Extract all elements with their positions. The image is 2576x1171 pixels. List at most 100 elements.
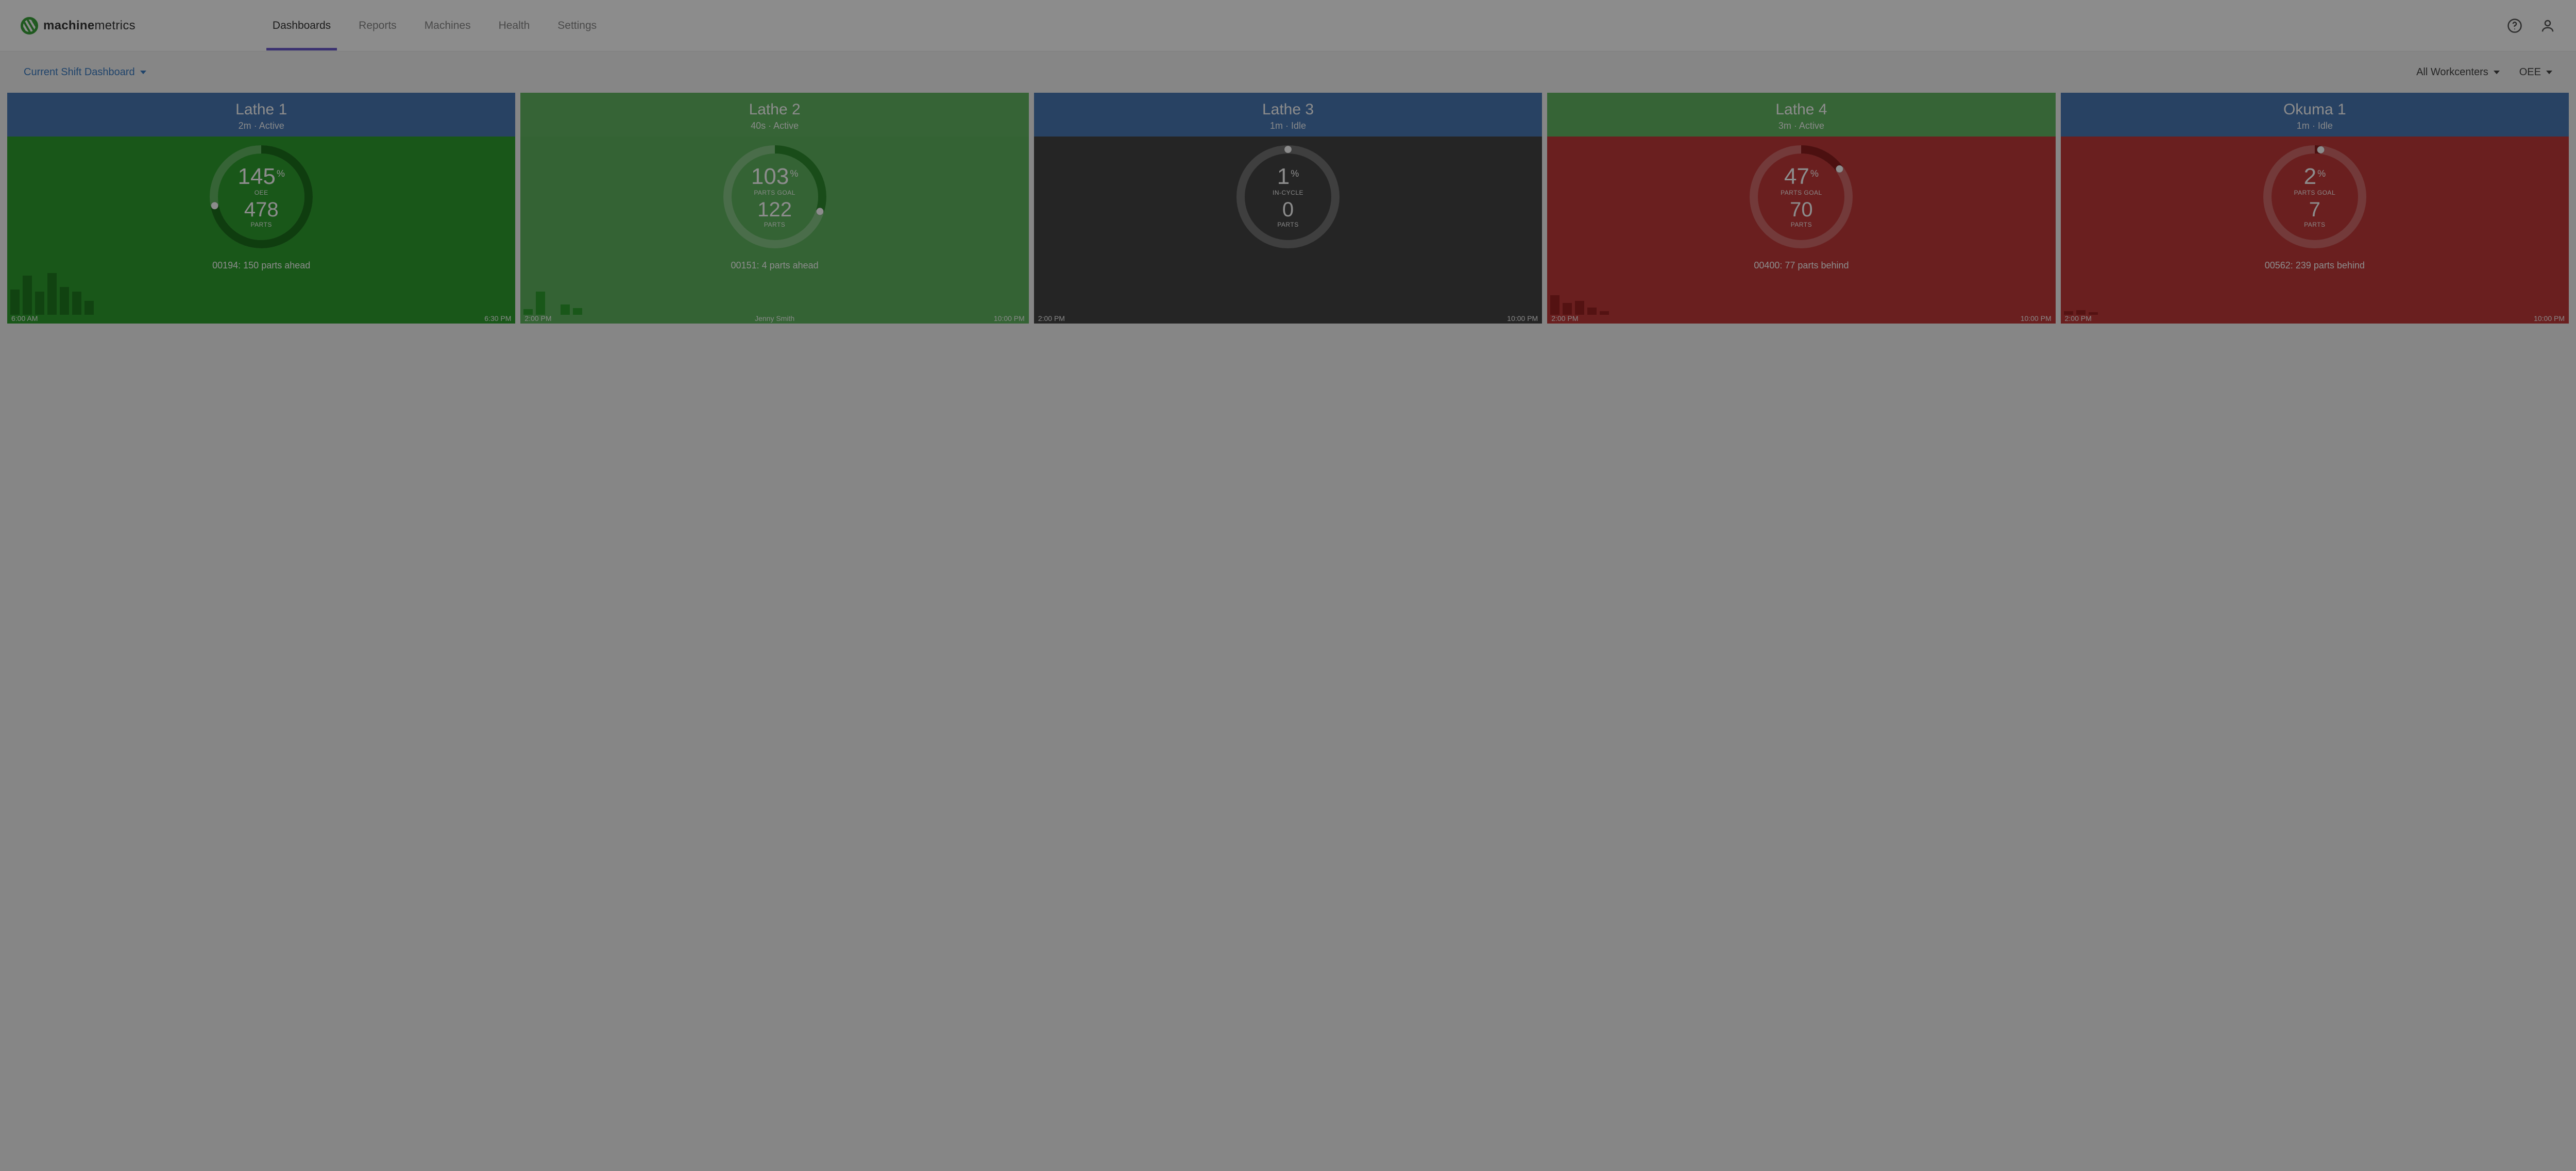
machine-card[interactable]: Lathe 2 40s · Active 103 % PARTS GOAL <box>520 93 1028 324</box>
percent-icon: % <box>790 168 798 179</box>
percent-icon: % <box>1291 168 1299 179</box>
brand-logo[interactable]: machinemetrics <box>21 17 135 35</box>
spark-bar <box>47 273 57 315</box>
dashboard-selector[interactable]: Current Shift Dashboard <box>24 66 146 78</box>
machine-duration: 40s <box>751 121 766 131</box>
brand-name-light: metrics <box>94 19 135 32</box>
workcenter-selector[interactable]: All Workcenters <box>2416 66 2500 78</box>
gauge-center: 47 % PARTS GOAL 70 PARTS <box>1747 143 1855 251</box>
machine-card-header: Lathe 2 40s · Active <box>520 93 1028 137</box>
gauge-parts: 7 <box>2309 199 2320 220</box>
time-start: 2:00 PM <box>1038 314 1065 323</box>
machine-grid: Lathe 1 2m · Active 145 % OEE <box>0 93 2576 331</box>
gauge-parts-label: PARTS <box>764 221 785 228</box>
spark-bar <box>1550 295 1560 315</box>
machine-state: Active <box>1799 121 1824 131</box>
time-axis: 6:00 AM 6:30 PM <box>7 313 515 324</box>
nav-machines[interactable]: Machines <box>421 1 474 50</box>
spark-bar <box>72 292 81 315</box>
machine-card-body: 47 % PARTS GOAL 70 PARTS 00400: 77 parts… <box>1547 137 2055 324</box>
user-icon[interactable] <box>2540 18 2555 33</box>
time-axis: 2:00 PM 10:00 PM <box>1547 313 2055 324</box>
time-end: 10:00 PM <box>994 314 1025 323</box>
brand-name: machinemetrics <box>43 19 135 33</box>
percent-icon: % <box>1810 168 1819 179</box>
gauge-center: 145 % OEE 478 PARTS <box>207 143 315 251</box>
gauge-parts: 0 <box>1282 199 1294 220</box>
topbar-actions <box>2507 18 2555 33</box>
chevron-down-icon <box>2494 71 2500 74</box>
machine-card-header: Lathe 3 1m · Idle <box>1034 93 1542 137</box>
machine-duration: 3m <box>1778 121 1791 131</box>
machine-duration: 2m <box>239 121 251 131</box>
gauge-pct-label: IN-CYCLE <box>1273 189 1303 196</box>
machine-name: Lathe 2 <box>520 101 1028 118</box>
machine-duration: 1m <box>2297 121 2310 131</box>
machine-card-body: 103 % PARTS GOAL 122 PARTS 00151: 4 part… <box>520 137 1028 324</box>
spark-bars <box>7 268 515 315</box>
gauge-parts: 70 <box>1790 199 1813 220</box>
machine-card[interactable]: Lathe 1 2m · Active 145 % OEE <box>7 93 515 324</box>
nav-dashboards[interactable]: Dashboards <box>269 1 334 50</box>
operator-name: Jenny Smith <box>755 314 794 323</box>
machine-status-line: 1m · Idle <box>2061 121 2569 131</box>
spark-bar <box>10 290 20 315</box>
spark-bars <box>1547 268 2055 315</box>
metric-selector-label: OEE <box>2519 66 2541 78</box>
time-start: 2:00 PM <box>524 314 551 323</box>
topbar: machinemetrics Dashboards Reports Machin… <box>0 0 2576 52</box>
chevron-down-icon <box>2546 71 2552 74</box>
gauge-pct-label: OEE <box>255 189 268 196</box>
machine-state: Active <box>773 121 799 131</box>
machine-card[interactable]: Okuma 1 1m · Idle 2 % PARTS GOAL <box>2061 93 2569 324</box>
gauge-parts: 478 <box>244 199 279 220</box>
spark-bars <box>1034 268 1542 315</box>
spark-bar <box>60 287 69 315</box>
nav-reports[interactable]: Reports <box>355 1 400 50</box>
gauge-pct: 47 <box>1784 165 1809 188</box>
gauge: 1 % IN-CYCLE 0 PARTS <box>1234 143 1342 251</box>
machine-status-line: 40s · Active <box>520 121 1028 131</box>
help-icon[interactable] <box>2507 18 2522 33</box>
gauge: 47 % PARTS GOAL 70 PARTS <box>1747 143 1855 251</box>
chevron-down-icon <box>140 71 146 74</box>
nav-health[interactable]: Health <box>496 1 533 50</box>
machine-card-header: Okuma 1 1m · Idle <box>2061 93 2569 137</box>
nav-settings[interactable]: Settings <box>554 1 600 50</box>
gauge-center: 103 % PARTS GOAL 122 PARTS <box>721 143 829 251</box>
time-axis: 2:00 PM Jenny Smith 10:00 PM <box>520 313 1028 324</box>
spark-bar <box>1575 301 1584 315</box>
spark-bar <box>536 292 545 315</box>
machine-card-body: 2 % PARTS GOAL 7 PARTS 00562: 239 parts … <box>2061 137 2569 324</box>
machine-card-header: Lathe 1 2m · Active <box>7 93 515 137</box>
workcenter-selector-label: All Workcenters <box>2416 66 2488 78</box>
spark-bars <box>520 268 1028 315</box>
spark-bars <box>2061 268 2569 315</box>
time-end: 10:00 PM <box>2021 314 2052 323</box>
machine-name: Okuma 1 <box>2061 101 2569 118</box>
machine-card[interactable]: Lathe 3 1m · Idle 1 % IN-CYCLE <box>1034 93 1542 324</box>
gauge-pct: 103 <box>751 165 789 188</box>
machine-card-body: 145 % OEE 478 PARTS 00194: 150 parts ahe… <box>7 137 515 324</box>
gauge-pct-label: PARTS GOAL <box>754 189 795 196</box>
time-start: 2:00 PM <box>2065 314 2092 323</box>
machine-name: Lathe 3 <box>1034 101 1542 118</box>
time-axis: 2:00 PM 10:00 PM <box>2061 313 2569 324</box>
machine-name: Lathe 1 <box>7 101 515 118</box>
gauge-parts-label: PARTS <box>1277 221 1298 228</box>
gauge-pct-label: PARTS GOAL <box>2294 189 2336 196</box>
machine-card-body: 1 % IN-CYCLE 0 PARTS 2:00 PM 10:00 PM <box>1034 137 1542 324</box>
gauge-pct: 145 <box>238 165 275 188</box>
gauge: 103 % PARTS GOAL 122 PARTS <box>721 143 829 251</box>
machine-card[interactable]: Lathe 4 3m · Active 47 % PARTS GOAL <box>1547 93 2055 324</box>
brand-name-bold: machine <box>43 19 94 32</box>
machine-state: Idle <box>1291 121 1306 131</box>
gauge-parts: 122 <box>757 199 792 220</box>
gauge: 145 % OEE 478 PARTS <box>207 143 315 251</box>
time-start: 2:00 PM <box>1551 314 1578 323</box>
gauge-parts-label: PARTS <box>1791 221 1812 228</box>
metric-selector[interactable]: OEE <box>2519 66 2552 78</box>
machine-status-line: 2m · Active <box>7 121 515 131</box>
machine-state: Idle <box>2318 121 2333 131</box>
machine-status-line: 3m · Active <box>1547 121 2055 131</box>
